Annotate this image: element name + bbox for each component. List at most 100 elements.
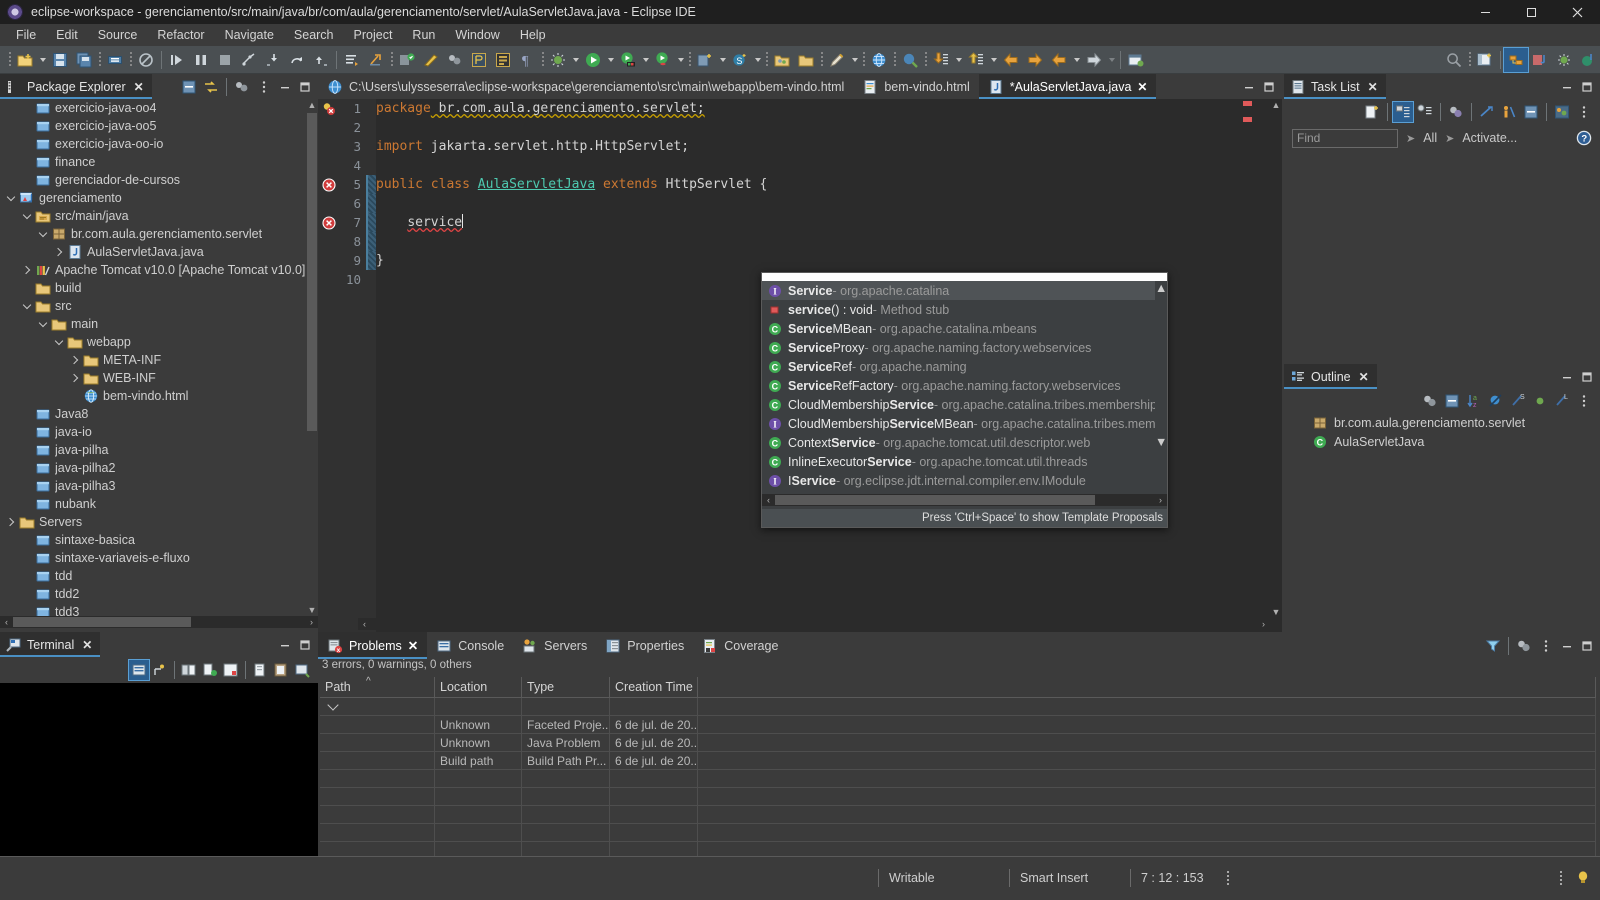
scroll-thumb[interactable] xyxy=(1155,295,1167,435)
problems-table-body[interactable]: Unknown Faceted Proje... 6 de jul. de 20..… xyxy=(320,698,1596,860)
task-list-body[interactable] xyxy=(1284,151,1600,364)
maximize-view-icon[interactable] xyxy=(1578,636,1596,656)
filter-all-link[interactable]: All xyxy=(1423,131,1437,145)
close-icon[interactable]: ✕ xyxy=(82,638,92,652)
tab-problems[interactable]: x Problems ✕ xyxy=(318,632,428,659)
menu-edit[interactable]: Edit xyxy=(46,26,88,44)
code-line[interactable] xyxy=(376,232,1242,251)
scroll-thumb[interactable] xyxy=(307,113,317,431)
maximize-view-icon[interactable] xyxy=(296,77,314,97)
hide-fields-icon[interactable] xyxy=(1486,391,1506,411)
scroll-thumb[interactable] xyxy=(13,617,191,627)
fold-cell[interactable] xyxy=(366,137,376,156)
debug-dropdown-icon[interactable] xyxy=(570,48,581,72)
new-task-icon[interactable] xyxy=(1362,102,1382,122)
column-header[interactable]: Location xyxy=(435,677,522,698)
tree-item[interactable]: br.com.aula.gerenciamento.servlet xyxy=(0,225,306,243)
tree-item[interactable]: exercicio-java-oo5 xyxy=(0,117,306,135)
focus-outline-icon[interactable] xyxy=(1420,391,1440,411)
scroll-track[interactable] xyxy=(371,618,1257,630)
code-line[interactable]: package br.com.aula.gerenciamento.servle… xyxy=(376,99,1242,118)
perspective-web-icon[interactable] xyxy=(1576,48,1600,72)
gutter-annotation[interactable] xyxy=(318,156,340,175)
tip-of-the-day-icon[interactable] xyxy=(1576,870,1590,886)
tree-item[interactable]: src/main/java xyxy=(0,207,306,225)
tree-item[interactable]: webapp xyxy=(0,333,306,351)
editor-tab-1[interactable]: bem-vindo.html xyxy=(853,74,979,99)
menu-refactor[interactable]: Refactor xyxy=(147,26,214,44)
chevron-down-icon[interactable] xyxy=(52,333,66,351)
focus-problems-icon[interactable] xyxy=(1514,636,1534,656)
chevron-down-icon[interactable] xyxy=(20,297,34,315)
debug-resume-icon[interactable] xyxy=(165,48,189,72)
restore-tasks-icon[interactable] xyxy=(1552,102,1572,122)
pencil-dropdown-icon[interactable] xyxy=(849,48,860,72)
tree-item[interactable]: AulaServletJava.java xyxy=(0,243,306,261)
view-menu-icon[interactable] xyxy=(1536,636,1556,656)
column-header[interactable] xyxy=(698,677,1596,698)
forward-icon[interactable] xyxy=(1082,48,1106,72)
assist-scroll[interactable]: ‹ › xyxy=(762,493,1167,506)
gutter-annotation[interactable] xyxy=(318,232,340,251)
open-perspective-icon[interactable] xyxy=(1473,48,1497,72)
proposal-item[interactable]: C CloudMembershipService - org.apache.cat… xyxy=(762,395,1167,414)
link-editor-icon[interactable] xyxy=(443,48,467,72)
tree-item[interactable]: gerenciamento xyxy=(0,189,306,207)
scroll-thumb[interactable] xyxy=(1271,113,1281,603)
view-menu-icon[interactable] xyxy=(254,77,274,97)
chevron-down-icon[interactable] xyxy=(36,225,50,243)
minimize-view-icon[interactable] xyxy=(1558,77,1576,97)
menu-project[interactable]: Project xyxy=(344,26,403,44)
run-on-server-dropdown-icon[interactable] xyxy=(640,48,651,72)
tree-item[interactable]: Java8 xyxy=(0,405,306,423)
gutter-annotation[interactable] xyxy=(318,194,340,213)
proposal-item[interactable]: C InlineExecutorService - org.apache.tomc… xyxy=(762,452,1167,471)
back-dropdown-icon[interactable] xyxy=(1071,48,1082,72)
chevron-right-icon[interactable] xyxy=(68,351,82,369)
scroll-thumb[interactable] xyxy=(775,494,1095,505)
search-icon[interactable] xyxy=(1442,48,1466,72)
hide-static-icon[interactable]: S xyxy=(1508,391,1528,411)
tree-item[interactable]: exercicio-java-oo-io xyxy=(0,135,306,153)
scheduled-view-icon[interactable] xyxy=(1415,102,1435,122)
import-icon[interactable] xyxy=(929,48,953,72)
tree-item[interactable]: main xyxy=(0,315,306,333)
tree-item[interactable]: Apache Tomcat v10.0 [Apache Tomcat v10.0… xyxy=(0,261,306,279)
categorized-view-icon[interactable] xyxy=(1392,101,1414,123)
code-line[interactable] xyxy=(376,194,1242,213)
perspective-debug-icon[interactable] xyxy=(1552,48,1576,72)
step-return-icon[interactable] xyxy=(309,48,333,72)
table-row[interactable] xyxy=(320,824,1596,842)
minimize-editor-icon[interactable] xyxy=(1240,77,1258,97)
outline-item-class[interactable]: C AulaServletJava xyxy=(1284,432,1600,451)
table-row[interactable] xyxy=(320,788,1596,806)
next-annotation-icon[interactable] xyxy=(340,48,364,72)
package-explorer-tree[interactable]: exercicio-java-oo4 exercicio-java-oo5 exer… xyxy=(0,99,306,616)
chevron-right-icon[interactable] xyxy=(52,243,66,261)
code-line[interactable]: import jakarta.servlet.http.HttpServlet; xyxy=(376,137,1242,156)
tree-item[interactable]: src xyxy=(0,297,306,315)
tree-item[interactable]: tdd2 xyxy=(0,585,306,603)
tree-item[interactable]: META-INF xyxy=(0,351,306,369)
scroll-up-icon[interactable]: ▲ xyxy=(1270,99,1282,111)
open-task-icon[interactable] xyxy=(491,48,515,72)
column-header[interactable]: Creation Time xyxy=(610,677,698,698)
tree-item[interactable]: WEB-INF xyxy=(0,369,306,387)
open-folder-icon[interactable] xyxy=(770,48,794,72)
scroll-right-icon[interactable]: › xyxy=(1257,618,1270,630)
minimize-view-icon[interactable] xyxy=(276,77,294,97)
task-find-input[interactable]: Find xyxy=(1292,128,1398,148)
new-wizard-dropdown-icon[interactable] xyxy=(37,48,48,72)
debug-terminate-icon[interactable] xyxy=(213,48,237,72)
scroll-track[interactable] xyxy=(13,616,305,628)
forward-history-icon[interactable] xyxy=(1023,48,1047,72)
terminal-output[interactable] xyxy=(0,683,318,856)
new-project-dropdown-icon[interactable] xyxy=(717,48,728,72)
fold-cell[interactable] xyxy=(366,175,376,194)
tree-item[interactable]: tdd xyxy=(0,567,306,585)
content-assist-popup[interactable]: I Service - org.apache.catalina service() … xyxy=(761,272,1168,528)
new-wizard-icon[interactable] xyxy=(13,48,37,72)
editor-overview-ruler[interactable] xyxy=(1242,99,1254,632)
export-icon[interactable] xyxy=(964,48,988,72)
minimize-view-icon[interactable] xyxy=(1558,636,1576,656)
